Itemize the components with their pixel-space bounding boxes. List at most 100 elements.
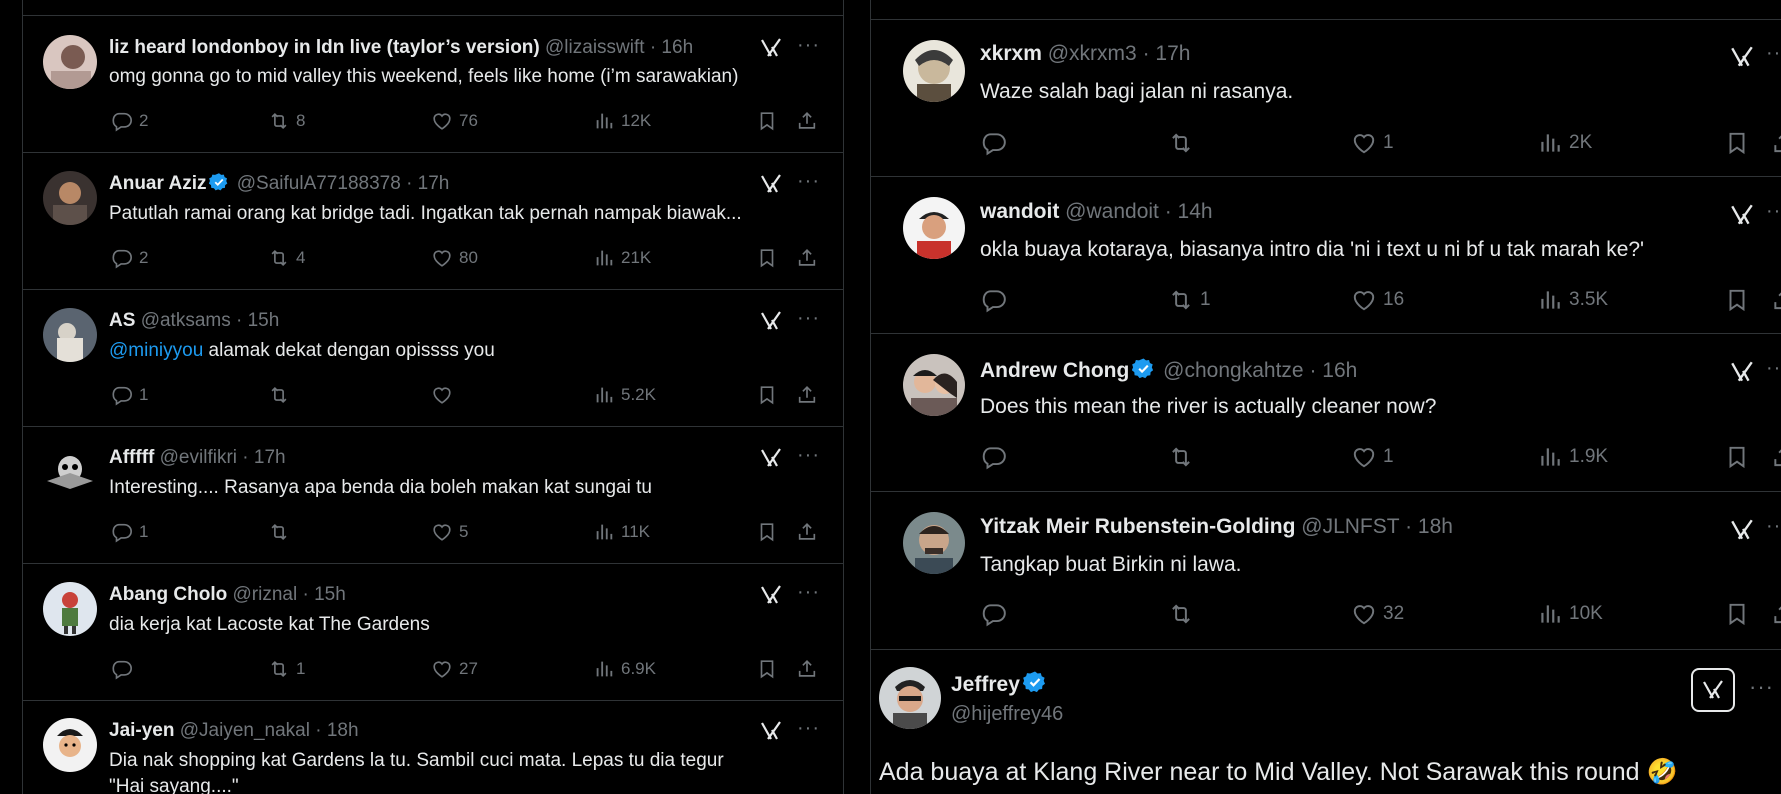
reply-button[interactable]: 1 [111, 521, 148, 543]
display-name[interactable]: Andrew Chong [980, 359, 1129, 382]
timestamp[interactable]: · 15h [236, 310, 279, 331]
display-name[interactable]: AS [109, 310, 135, 331]
grok-icon[interactable] [759, 583, 783, 607]
main-tweet[interactable]: Jeffrey @hijeffrey46 ··· Ada buaya at Kl… [871, 650, 1781, 794]
handle[interactable]: @lizaisswift [545, 37, 645, 58]
more-icon[interactable]: ··· [797, 307, 820, 330]
more-icon[interactable]: ··· [1749, 674, 1774, 700]
handle[interactable]: @hijeffrey46 [951, 703, 1063, 725]
timestamp[interactable]: · 14h [1165, 200, 1213, 223]
like-button[interactable]: 32 [1351, 601, 1404, 627]
bookmark-button[interactable] [756, 247, 778, 269]
handle[interactable]: @evilfikri [160, 447, 237, 468]
avatar[interactable] [903, 40, 965, 102]
share-button[interactable] [1771, 130, 1781, 156]
bookmark-button[interactable] [756, 384, 778, 406]
handle[interactable]: @xkrxm3 [1048, 42, 1137, 65]
grok-icon[interactable] [759, 309, 783, 333]
views-button[interactable]: 2K [1537, 130, 1592, 156]
share-button[interactable] [1771, 601, 1781, 627]
bookmark-button[interactable] [1724, 444, 1750, 470]
bookmark-button[interactable] [1724, 601, 1750, 627]
bookmark-button[interactable] [756, 521, 778, 543]
grok-button[interactable] [1691, 668, 1735, 712]
views-button[interactable]: 11K [593, 521, 650, 543]
display-name[interactable]: Yitzak Meir Rubenstein-Golding [980, 515, 1295, 538]
reply-button[interactable] [981, 601, 1013, 627]
avatar[interactable] [903, 512, 965, 574]
timestamp[interactable]: · 18h [1405, 515, 1453, 538]
like-button[interactable]: 27 [431, 658, 478, 680]
reply-button[interactable] [981, 130, 1013, 156]
more-icon[interactable]: ··· [797, 444, 820, 467]
grok-icon[interactable] [759, 719, 783, 743]
more-icon[interactable]: ··· [797, 34, 820, 57]
share-button[interactable] [1771, 444, 1781, 470]
views-button[interactable]: 10K [1537, 601, 1603, 627]
more-icon[interactable]: ··· [1766, 42, 1781, 65]
reply-button[interactable]: 2 [111, 110, 148, 132]
handle[interactable]: @chongkahtze [1163, 359, 1303, 382]
avatar[interactable] [903, 354, 965, 416]
views-button[interactable]: 6.9K [593, 658, 656, 680]
grok-icon[interactable] [1729, 44, 1755, 70]
retweet-button[interactable]: 4 [268, 247, 305, 269]
like-button[interactable]: 1 [1351, 130, 1394, 156]
display-name[interactable]: Abang Cholo [109, 584, 227, 605]
like-button[interactable]: 5 [431, 521, 468, 543]
bookmark-button[interactable] [756, 110, 778, 132]
share-button[interactable] [796, 110, 818, 132]
avatar[interactable] [43, 582, 97, 636]
avatar[interactable] [43, 718, 97, 772]
share-button[interactable] [796, 658, 818, 680]
timestamp[interactable]: · 16h [650, 37, 693, 58]
avatar[interactable] [43, 171, 97, 225]
retweet-button[interactable] [268, 521, 296, 543]
timestamp[interactable]: · 16h [1309, 359, 1357, 382]
reply-button[interactable]: 2 [111, 247, 148, 269]
grok-icon[interactable] [1729, 202, 1755, 228]
retweet-button[interactable]: 1 [268, 658, 305, 680]
more-icon[interactable]: ··· [797, 170, 820, 193]
views-button[interactable]: 3.5K [1537, 287, 1608, 313]
reply-button[interactable] [981, 287, 1013, 313]
reply-button[interactable] [111, 658, 139, 680]
handle[interactable]: @atksams [141, 310, 231, 331]
share-button[interactable] [796, 247, 818, 269]
retweet-button[interactable] [268, 384, 296, 406]
retweet-button[interactable] [1168, 601, 1200, 627]
timestamp[interactable]: · 17h [406, 173, 449, 194]
views-button[interactable]: 21K [593, 247, 651, 269]
more-icon[interactable]: ··· [797, 717, 820, 740]
more-icon[interactable]: ··· [797, 581, 820, 604]
reply-button[interactable]: 1 [111, 384, 148, 406]
display-name[interactable]: xkrxm [980, 42, 1042, 65]
share-button[interactable] [1771, 287, 1781, 313]
like-button[interactable] [431, 384, 459, 406]
bookmark-button[interactable] [1724, 130, 1750, 156]
reply-button[interactable] [981, 444, 1013, 470]
more-icon[interactable]: ··· [1766, 357, 1781, 380]
like-button[interactable]: 1 [1351, 444, 1394, 470]
more-icon[interactable]: ··· [1766, 515, 1781, 538]
display-name[interactable]: wandoit [980, 200, 1059, 223]
grok-icon[interactable] [1729, 359, 1755, 385]
handle[interactable]: @Jaiyen_nakal [180, 720, 310, 741]
like-button[interactable]: 76 [431, 110, 478, 132]
avatar[interactable] [43, 308, 97, 362]
grok-icon[interactable] [1729, 517, 1755, 543]
mention-link[interactable]: @miniyyou [109, 340, 203, 361]
avatar[interactable] [43, 35, 97, 89]
handle[interactable]: @riznal [232, 584, 297, 605]
handle[interactable]: @JLNFST [1301, 515, 1399, 538]
timestamp[interactable]: · 17h [1143, 42, 1191, 65]
avatar[interactable] [879, 667, 941, 729]
timestamp[interactable]: · 18h [315, 720, 358, 741]
retweet-button[interactable] [1168, 130, 1200, 156]
like-button[interactable]: 80 [431, 247, 478, 269]
like-button[interactable]: 16 [1351, 287, 1404, 313]
timestamp[interactable]: · 15h [302, 584, 345, 605]
views-button[interactable]: 5.2K [593, 384, 656, 406]
handle[interactable]: @SaifulA77188378 [237, 173, 401, 194]
display-name[interactable]: Jeffrey [951, 673, 1020, 696]
